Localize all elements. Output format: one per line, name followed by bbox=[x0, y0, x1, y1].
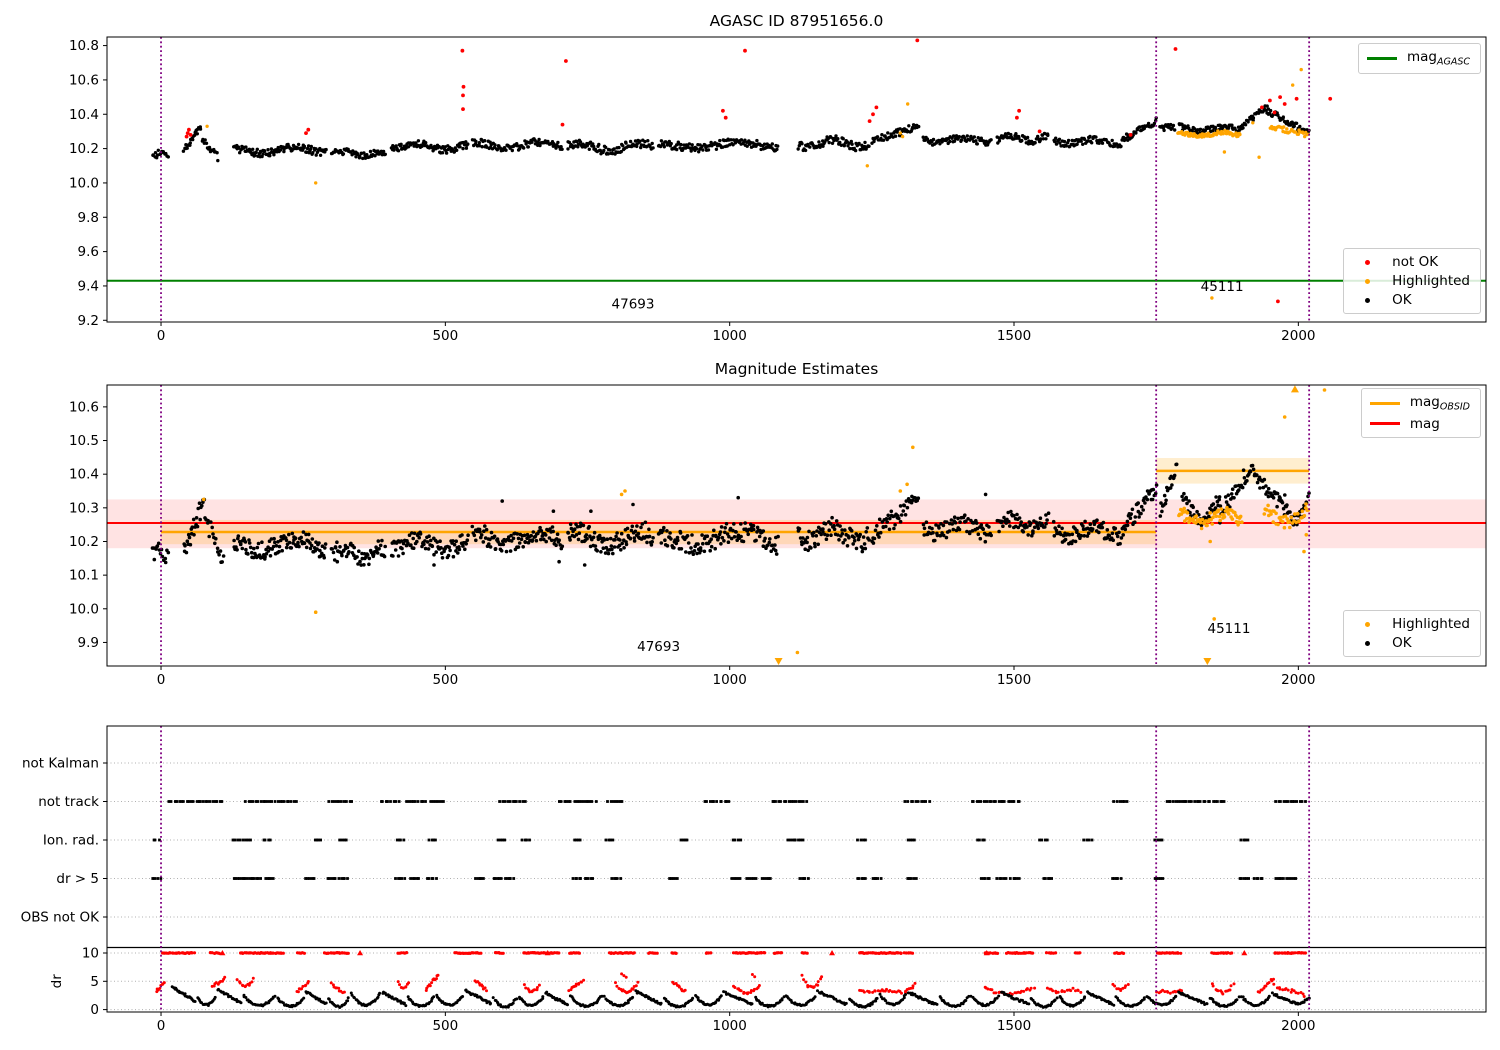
svg-text:10.4: 10.4 bbox=[69, 467, 99, 483]
legend-label: mag bbox=[1409, 415, 1440, 432]
svg-text:1500: 1500 bbox=[997, 672, 1031, 688]
svg-text:10.2: 10.2 bbox=[69, 141, 99, 157]
legend-entry: OK bbox=[1352, 635, 1470, 651]
svg-text:10.0: 10.0 bbox=[69, 601, 99, 617]
plot-magnitude-estimates: 47693 45111 0 500 1000 1500 2000 9.9 10.0 10.1 10.… bbox=[69, 384, 1487, 688]
legend-label: OK bbox=[1392, 292, 1412, 308]
svg-text:47693: 47693 bbox=[612, 296, 655, 312]
plot-title-middle: Magnitude Estimates bbox=[714, 360, 879, 378]
legend-entry: Highlighted bbox=[1352, 273, 1470, 289]
svg-text:10.0: 10.0 bbox=[69, 175, 99, 191]
dot-swatch-icon bbox=[1364, 259, 1370, 265]
svg-text:500: 500 bbox=[432, 1018, 458, 1034]
svg-text:45111: 45111 bbox=[1201, 279, 1244, 295]
svg-text:10.2: 10.2 bbox=[69, 534, 99, 550]
svg-text:1000: 1000 bbox=[713, 672, 747, 688]
plot-flags-dr: 0 500 1000 1500 2000 not Kalman not track Ion. … bbox=[21, 725, 1487, 1034]
legend-label: magAGASC bbox=[1406, 49, 1470, 68]
svg-text:OBS not OK: OBS not OK bbox=[21, 910, 101, 926]
legend-mag-agasc: magAGASC bbox=[1357, 43, 1481, 74]
svg-text:500: 500 bbox=[432, 672, 458, 688]
svg-text:9.9: 9.9 bbox=[78, 635, 99, 651]
svg-text:2000: 2000 bbox=[1281, 1018, 1315, 1034]
svg-text:2000: 2000 bbox=[1281, 328, 1315, 344]
svg-text:0: 0 bbox=[157, 672, 166, 688]
svg-text:10.1: 10.1 bbox=[69, 568, 99, 584]
svg-text:9.2: 9.2 bbox=[78, 313, 99, 329]
svg-text:10: 10 bbox=[82, 946, 99, 962]
dot-swatch-icon bbox=[1364, 640, 1370, 646]
svg-text:10.6: 10.6 bbox=[69, 399, 99, 415]
line-swatch-icon bbox=[1369, 401, 1400, 405]
svg-text:1000: 1000 bbox=[713, 1018, 747, 1034]
legend-entry: magOBSID bbox=[1369, 394, 1470, 413]
legend-point-status-middle: Highlighted OK bbox=[1343, 610, 1481, 657]
line-swatch-icon bbox=[1369, 422, 1400, 426]
svg-text:2000: 2000 bbox=[1281, 672, 1315, 688]
svg-text:dr > 5: dr > 5 bbox=[56, 871, 99, 887]
svg-text:0: 0 bbox=[157, 328, 166, 344]
svg-text:9.6: 9.6 bbox=[78, 244, 99, 260]
legend-entry: mag bbox=[1369, 415, 1470, 432]
svg-text:5: 5 bbox=[90, 974, 99, 990]
svg-text:10.5: 10.5 bbox=[69, 433, 99, 449]
svg-text:dr: dr bbox=[49, 974, 65, 989]
svg-text:47693: 47693 bbox=[637, 639, 680, 655]
legend-label: Highlighted bbox=[1392, 616, 1470, 632]
legend-entry: OK bbox=[1352, 292, 1470, 308]
svg-text:0: 0 bbox=[157, 1018, 166, 1034]
svg-text:10.6: 10.6 bbox=[69, 72, 99, 88]
legend-point-status-top: not OK Highlighted OK bbox=[1343, 248, 1481, 314]
svg-text:Ion. rad.: Ion. rad. bbox=[43, 833, 99, 849]
svg-text:1500: 1500 bbox=[997, 1018, 1031, 1034]
dot-swatch-icon bbox=[1364, 297, 1370, 303]
svg-text:9.4: 9.4 bbox=[78, 278, 99, 294]
svg-text:45111: 45111 bbox=[1207, 621, 1250, 637]
svg-text:not track: not track bbox=[38, 794, 99, 810]
figure: AGASC ID 87951656.0 Magnitude Estimates … bbox=[0, 0, 1500, 1050]
legend-label: OK bbox=[1392, 635, 1412, 651]
plot-title-top: AGASC ID 87951656.0 bbox=[709, 12, 884, 30]
svg-text:10.3: 10.3 bbox=[69, 500, 99, 516]
line-swatch-icon bbox=[1366, 56, 1397, 60]
dot-swatch-icon bbox=[1364, 621, 1370, 627]
legend-label: magOBSID bbox=[1409, 394, 1470, 413]
svg-text:10.4: 10.4 bbox=[69, 107, 99, 123]
plot-agasc-mag: 47693 45111 0 500 1000 1500 2000 9.2 9.4 9.6 9.8 10… bbox=[69, 36, 1487, 344]
dot-swatch-icon bbox=[1364, 278, 1370, 284]
svg-text:1000: 1000 bbox=[713, 328, 747, 344]
svg-text:not Kalman: not Kalman bbox=[22, 756, 99, 772]
legend-entry: not OK bbox=[1352, 254, 1470, 270]
svg-text:0: 0 bbox=[90, 1002, 99, 1018]
svg-text:1500: 1500 bbox=[997, 328, 1031, 344]
legend-mag-obsid: magOBSID mag bbox=[1360, 388, 1481, 438]
legend-label: Highlighted bbox=[1392, 273, 1470, 289]
svg-text:9.8: 9.8 bbox=[78, 210, 99, 226]
legend-label: not OK bbox=[1392, 254, 1439, 270]
legend-entry: magAGASC bbox=[1366, 49, 1470, 68]
svg-text:10.8: 10.8 bbox=[69, 38, 99, 54]
svg-text:500: 500 bbox=[432, 328, 458, 344]
legend-entry: Highlighted bbox=[1352, 616, 1470, 632]
